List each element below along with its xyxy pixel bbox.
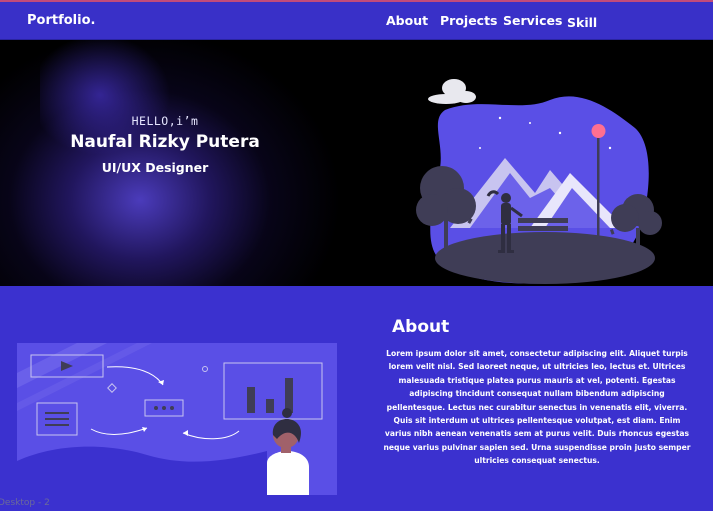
about-illustration	[17, 343, 337, 495]
frame-label: Desktop - 2	[0, 498, 50, 508]
hero-role: UI/UX Designer	[101, 160, 209, 175]
about-body-text: Lorem ipsum dolor sit amet, consectetur …	[383, 349, 691, 466]
hero-greeting: HELLO,i’m	[131, 114, 199, 128]
brand-logo[interactable]: Portfolio.	[27, 13, 95, 28]
nav-link-skill[interactable]: Skill	[567, 15, 597, 30]
hero-section: HELLO,i’m Naufal Rizky Putera UI/UX Desi…	[0, 40, 713, 286]
nav-link-services[interactable]: Services	[503, 13, 562, 28]
about-title: About	[392, 317, 450, 337]
nav-link-about[interactable]: About	[386, 13, 428, 28]
hero-name: Naufal Rizky Putera	[70, 132, 260, 152]
workflow-illustration	[17, 343, 337, 495]
nav-link-projects[interactable]: Projects	[440, 13, 498, 28]
cloud-icon	[428, 79, 476, 104]
park-walk-illustration	[416, 79, 662, 284]
navbar: Portfolio. About Projects Services Skill	[0, 2, 713, 40]
